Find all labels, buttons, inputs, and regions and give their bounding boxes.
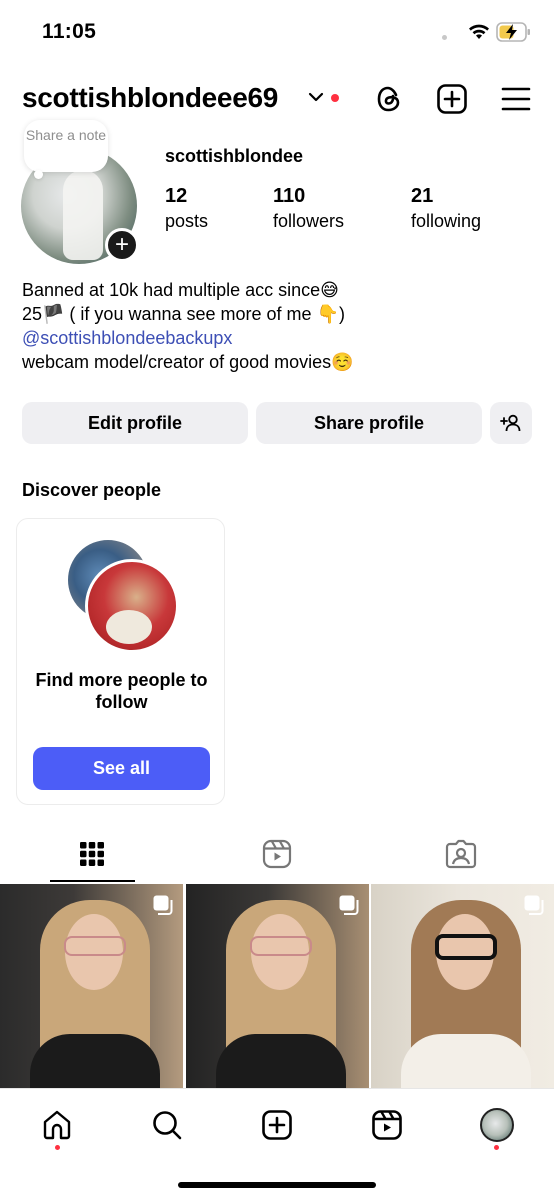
nav-create[interactable] <box>259 1107 295 1143</box>
nav-reels[interactable] <box>369 1107 405 1143</box>
stat-followers-count: 110 <box>273 185 306 207</box>
hamburger-menu-icon <box>501 87 531 111</box>
reels-icon <box>262 839 292 869</box>
status-indicator-dot <box>442 35 447 40</box>
tab-reels[interactable] <box>257 836 297 872</box>
nav-search[interactable] <box>149 1107 185 1143</box>
tagged-icon <box>445 839 477 869</box>
threads-icon <box>377 86 400 112</box>
threads-button[interactable] <box>372 82 406 116</box>
display-name: scottishblondee <box>165 146 304 166</box>
carousel-icon <box>524 895 544 915</box>
bio-line: 25🏴 ( if you wanna see more of me 👇) <box>22 304 345 324</box>
stat-posts[interactable]: 12 posts <box>165 184 208 234</box>
bio-line: Banned at 10k had multiple acc since😅 <box>22 280 339 300</box>
menu-button[interactable] <box>499 82 533 116</box>
carousel-icon <box>153 895 173 915</box>
add-person-icon <box>500 414 521 432</box>
search-icon <box>153 1111 182 1140</box>
create-post-button[interactable] <box>435 82 469 116</box>
stat-posts-count: 12 <box>165 185 188 207</box>
share-note-bubble[interactable]: Share a note <box>24 120 108 172</box>
suggested-user-avatar <box>85 559 179 653</box>
discover-people-card: Find more people to follow See all <box>16 518 225 805</box>
find-more-people-text: Find more people to follow <box>35 670 208 712</box>
nav-profile[interactable] <box>479 1107 515 1143</box>
account-notification-dot <box>331 94 339 102</box>
posts-grid <box>0 884 554 1088</box>
discover-people-toggle-button[interactable] <box>490 402 532 444</box>
post-thumbnail[interactable] <box>371 884 554 1088</box>
see-all-button[interactable]: See all <box>33 747 210 790</box>
stat-posts-label: posts <box>165 211 209 231</box>
tab-tagged[interactable] <box>441 836 481 872</box>
tab-posts-grid[interactable] <box>72 836 112 872</box>
note-bubble-tail <box>34 170 43 179</box>
carousel-icon <box>339 895 359 915</box>
share-note-label: Share a note <box>25 127 107 143</box>
status-bar: 11:05 <box>0 0 554 64</box>
chevron-down-icon[interactable] <box>308 91 324 103</box>
post-thumbnail[interactable] <box>0 884 183 1088</box>
profile-notification-dot <box>494 1145 499 1150</box>
profile-bio: Banned at 10k had multiple acc since😅 25… <box>22 278 354 374</box>
edit-profile-button[interactable]: Edit profile <box>22 402 248 444</box>
profile-header: scottishblondeee69 <box>0 76 554 124</box>
plus-square-icon <box>437 84 467 114</box>
home-indicator <box>178 1182 376 1188</box>
status-time: 11:05 <box>42 20 97 43</box>
battery-charging-icon <box>496 22 530 42</box>
stat-following-label: following <box>411 211 482 231</box>
active-tab-indicator <box>50 880 135 882</box>
add-story-plus-icon[interactable]: + <box>105 228 139 262</box>
wifi-icon <box>469 24 489 39</box>
reels-icon <box>372 1110 402 1140</box>
home-notification-dot <box>55 1145 60 1150</box>
stat-followers[interactable]: 110 followers <box>273 184 344 234</box>
nav-home[interactable] <box>39 1107 75 1143</box>
stat-followers-label: followers <box>273 211 345 231</box>
grid-icon <box>80 842 104 866</box>
profile-avatar-thumbnail <box>480 1108 514 1142</box>
stat-following-count: 21 <box>411 185 434 207</box>
home-icon <box>43 1110 71 1140</box>
discover-people-title: Discover people <box>22 480 162 500</box>
post-thumbnail[interactable] <box>186 884 369 1088</box>
bio-mention-link[interactable]: @scottishblondeebackupx <box>22 326 354 350</box>
account-username[interactable]: scottishblondeee69 <box>22 82 278 114</box>
stat-following[interactable]: 21 following <box>411 184 481 234</box>
share-profile-button[interactable]: Share profile <box>256 402 482 444</box>
create-icon <box>262 1110 292 1140</box>
bio-line: webcam model/creator of good movies☺️ <box>22 352 354 372</box>
